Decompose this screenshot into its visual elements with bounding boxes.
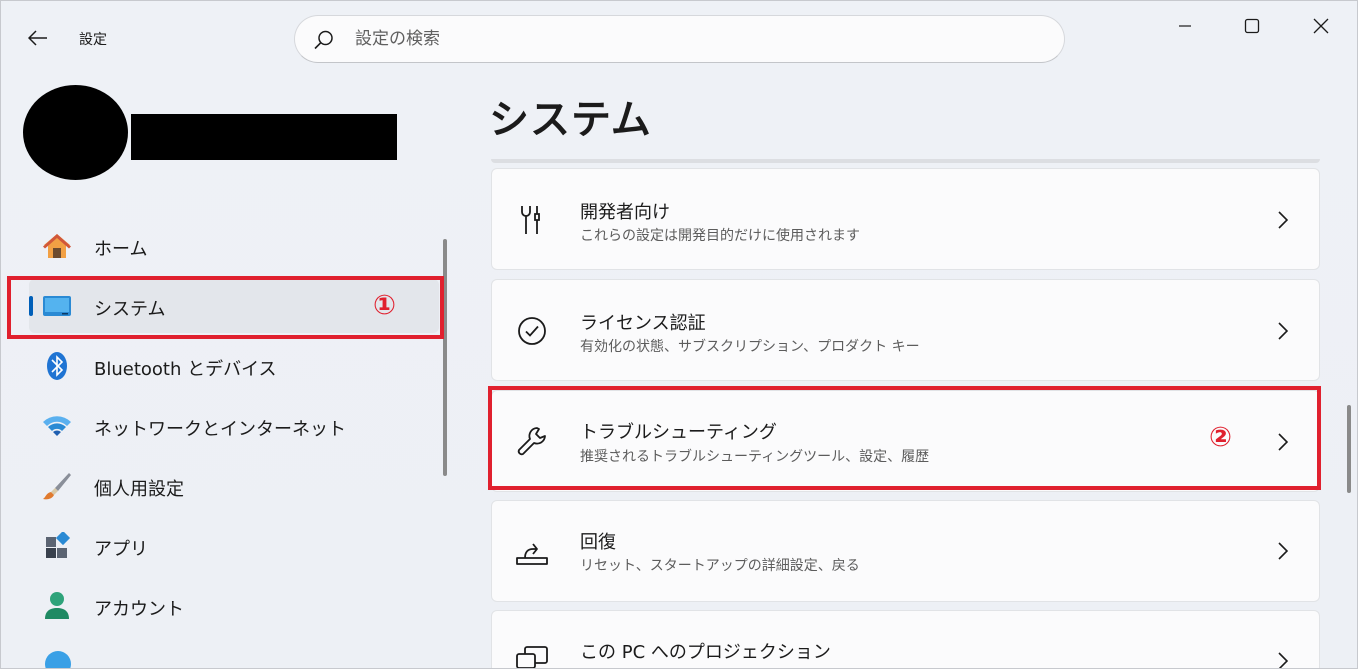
settings-window: 設定 ホーム <box>0 0 1358 669</box>
sidebar-item-label: Bluetooth とデバイス <box>94 359 277 380</box>
sidebar-item-network[interactable]: ネットワークとインターネット <box>29 399 439 453</box>
sidebar-scrollbar[interactable] <box>443 239 447 476</box>
chevron-right-icon <box>1273 210 1293 230</box>
sidebar-item-home[interactable]: ホーム <box>29 219 439 273</box>
sidebar-item-apps[interactable]: アプリ <box>29 519 439 573</box>
main-scrollbar[interactable] <box>1347 405 1351 493</box>
sidebar-item-personalization[interactable]: 個人用設定 <box>29 459 439 513</box>
step2-marker: ② <box>1209 422 1232 453</box>
search-input[interactable] <box>355 26 1035 52</box>
card-title: 回復 <box>580 532 616 553</box>
apps-icon <box>41 531 73 561</box>
close-button[interactable] <box>1301 11 1341 41</box>
developer-tools-icon <box>514 202 550 238</box>
sidebar-item-label: アプリ <box>94 539 148 560</box>
search-icon <box>314 30 333 50</box>
card-title: 開発者向け <box>580 202 670 223</box>
card-projection[interactable]: この PC へのプロジェクション <box>491 610 1320 668</box>
account-name-redacted <box>131 114 397 160</box>
arrow-left-icon <box>28 30 47 46</box>
projection-icon <box>514 641 550 668</box>
close-icon <box>1313 18 1329 34</box>
chevron-right-icon <box>1273 321 1293 341</box>
paintbrush-icon <box>41 471 73 501</box>
sidebar-item-label: ネットワークとインターネット <box>94 419 346 440</box>
chevron-right-icon <box>1273 541 1293 561</box>
sidebar-item-bluetooth[interactable]: Bluetooth とデバイス <box>29 339 439 393</box>
bluetooth-icon <box>41 351 73 381</box>
card-developer[interactable]: 開発者向け これらの設定は開発目的だけに使用されます <box>491 168 1320 270</box>
card-subtitle: 有効化の状態、サブスクリプション、プロダクト キー <box>580 339 920 355</box>
sidebar-item-label: 個人用設定 <box>94 479 184 500</box>
minimize-icon <box>1179 25 1191 27</box>
card-edge-above <box>491 159 1320 163</box>
check-circle-icon <box>514 313 550 349</box>
search-box[interactable] <box>294 15 1065 63</box>
globe-icon[interactable] <box>45 651 71 668</box>
sidebar-item-accounts[interactable]: アカウント <box>29 579 439 633</box>
recovery-icon <box>514 534 550 570</box>
sidebar-item-label: ホーム <box>94 239 148 260</box>
page-title: システム <box>489 97 652 143</box>
minimize-button[interactable] <box>1165 11 1205 41</box>
step1-marker: ① <box>373 290 396 321</box>
home-icon <box>41 231 73 261</box>
card-subtitle: リセット、スタートアップの詳細設定、戻る <box>580 558 860 574</box>
chevron-right-icon <box>1273 651 1293 668</box>
card-recovery[interactable]: 回復 リセット、スタートアップの詳細設定、戻る <box>491 500 1320 602</box>
avatar[interactable] <box>23 85 128 180</box>
back-button[interactable] <box>23 23 53 53</box>
card-title: この PC へのプロジェクション <box>580 642 831 663</box>
sidebar-item-label: アカウント <box>94 599 184 620</box>
app-title: 設定 <box>79 32 107 48</box>
person-icon <box>41 591 73 621</box>
wifi-icon <box>41 411 73 441</box>
card-subtitle: これらの設定は開発目的だけに使用されます <box>580 228 860 244</box>
card-activation[interactable]: ライセンス認証 有効化の状態、サブスクリプション、プロダクト キー <box>491 279 1320 381</box>
maximize-icon <box>1244 18 1260 34</box>
card-title: ライセンス認証 <box>580 313 706 334</box>
maximize-button[interactable] <box>1232 11 1272 41</box>
highlight-step2 <box>488 386 1321 490</box>
